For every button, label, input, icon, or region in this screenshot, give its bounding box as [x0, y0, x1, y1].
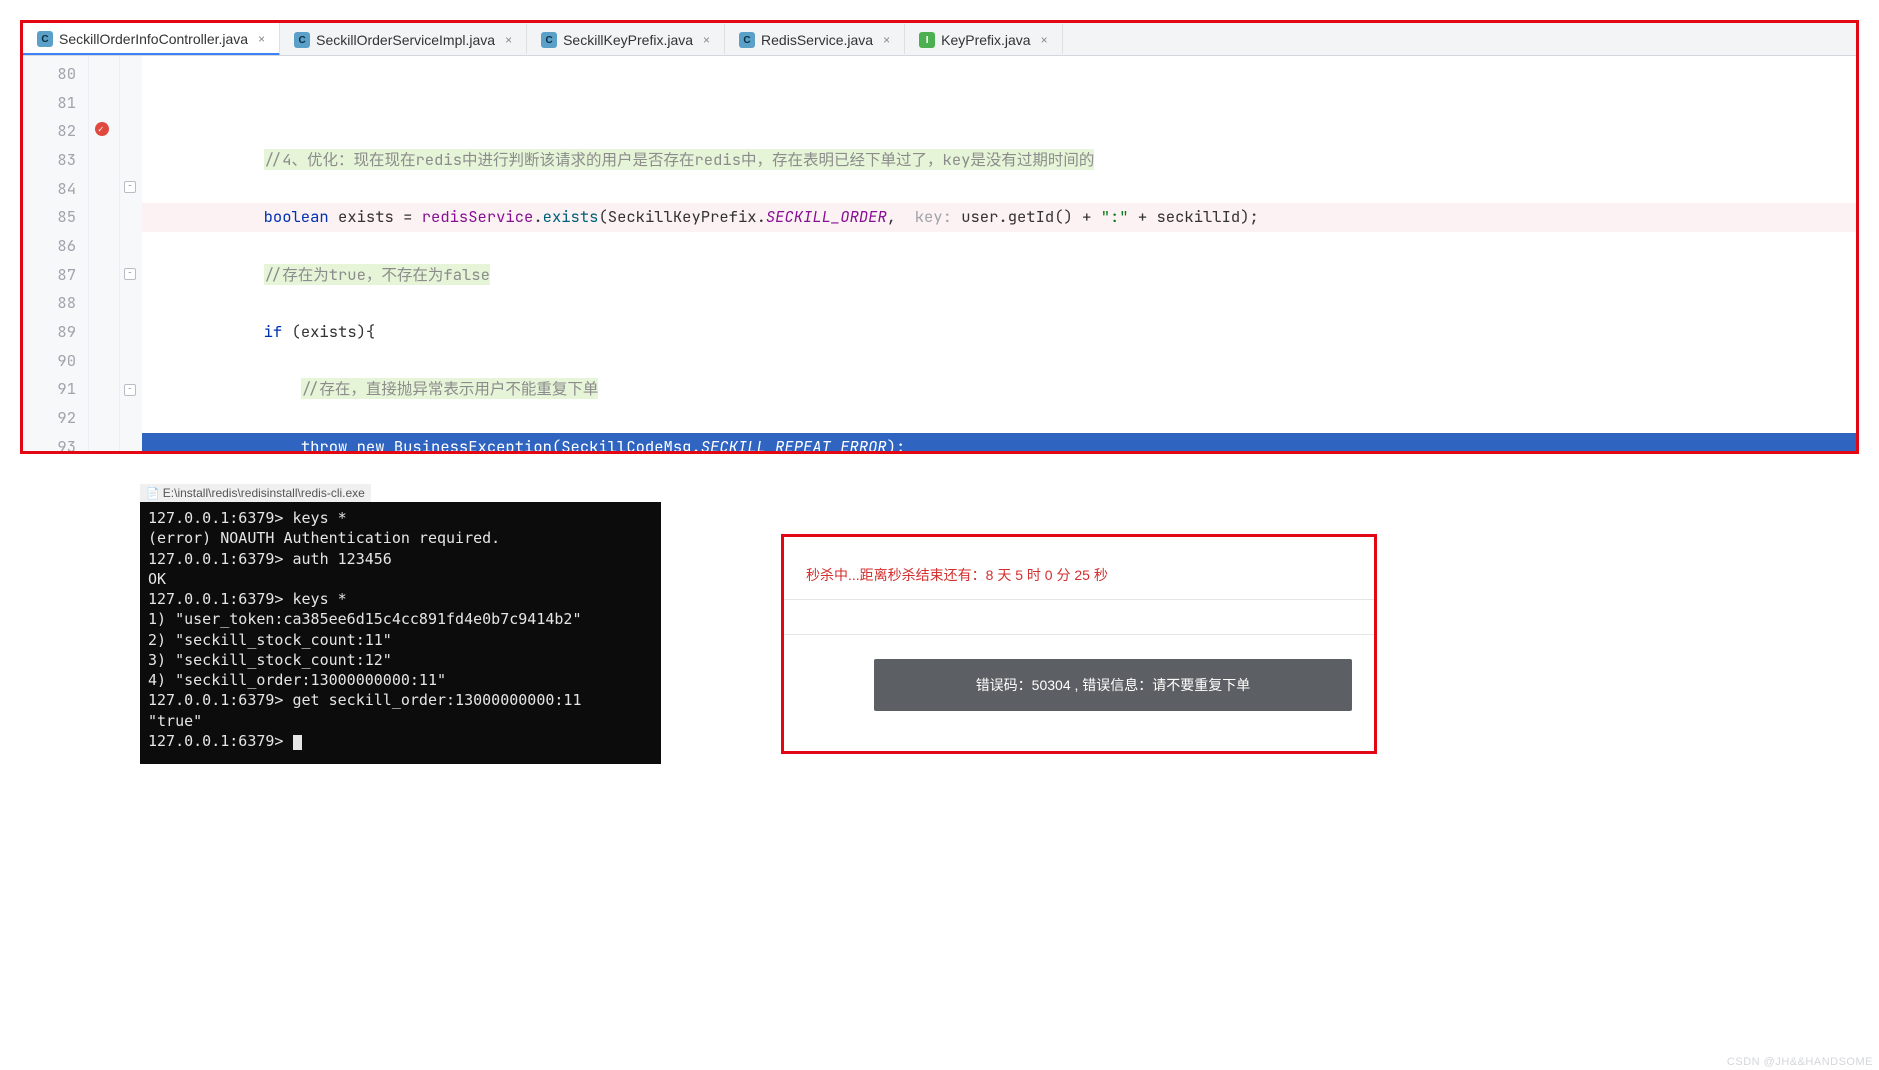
tab-service-impl[interactable]: C SeckillOrderServiceImpl.java × [280, 24, 527, 54]
fold-icon[interactable]: − [124, 384, 136, 396]
tab-label: SeckillKeyPrefix.java [563, 32, 693, 48]
tab-label: RedisService.java [761, 32, 873, 48]
close-icon[interactable]: × [703, 33, 710, 47]
marker-gutter [89, 56, 120, 451]
interface-icon: I [919, 32, 935, 48]
lower-row: E:\install\redis\redisinstall\redis-cli.… [20, 484, 1859, 794]
terminal[interactable]: 127.0.0.1:6379> keys * (error) NOAUTH Au… [140, 502, 661, 764]
terminal-cursor [293, 735, 302, 750]
close-icon[interactable]: × [258, 32, 265, 46]
close-icon[interactable]: × [505, 33, 512, 47]
line-number-gutter: 8081828384858687888990919293 [23, 56, 89, 451]
tab-redis-service[interactable]: C RedisService.java × [725, 24, 905, 54]
watermark: CSDN @JH&&HANDSOME [1727, 1056, 1873, 1068]
tab-label: KeyPrefix.java [941, 32, 1030, 48]
close-icon[interactable]: × [1041, 33, 1048, 47]
divider [784, 600, 1374, 635]
tab-key-prefix[interactable]: C SeckillKeyPrefix.java × [527, 24, 725, 54]
tab-label: SeckillOrderServiceImpl.java [316, 32, 495, 48]
editor-frame: C SeckillOrderInfoController.java × C Se… [20, 20, 1859, 454]
terminal-panel: E:\install\redis\redisinstall\redis-cli.… [140, 484, 661, 764]
tab-bar: C SeckillOrderInfoController.java × C Se… [23, 23, 1856, 56]
code-area[interactable]: //4、优化：现在现在redis中进行判断该请求的用户是否存在redis中，存在… [142, 56, 1856, 451]
close-icon[interactable]: × [883, 33, 890, 47]
terminal-title: E:\install\redis\redisinstall\redis-cli.… [140, 484, 371, 502]
tab-key-prefix-interface[interactable]: I KeyPrefix.java × [905, 24, 1063, 54]
breakpoint-icon[interactable] [95, 122, 109, 136]
tab-label: SeckillOrderInfoController.java [59, 31, 248, 47]
error-toast: 错误码：50304 , 错误信息：请不要重复下单 [874, 659, 1352, 711]
class-icon: C [37, 31, 53, 47]
code-editor[interactable]: 8081828384858687888990919293 − − − //4、优… [23, 56, 1856, 451]
fold-gutter: − − − [120, 56, 142, 451]
web-result-panel: 秒杀中...距离秒杀结束还有：8 天 5 时 0 分 25 秒 错误码：5030… [781, 534, 1377, 754]
class-icon: C [294, 32, 310, 48]
tab-controller[interactable]: C SeckillOrderInfoController.java × [23, 23, 280, 56]
fold-icon[interactable]: − [124, 268, 136, 280]
class-icon: C [541, 32, 557, 48]
fold-icon[interactable]: − [124, 181, 136, 193]
countdown-text: 秒杀中...距离秒杀结束还有：8 天 5 时 0 分 25 秒 [784, 557, 1374, 600]
class-icon: C [739, 32, 755, 48]
